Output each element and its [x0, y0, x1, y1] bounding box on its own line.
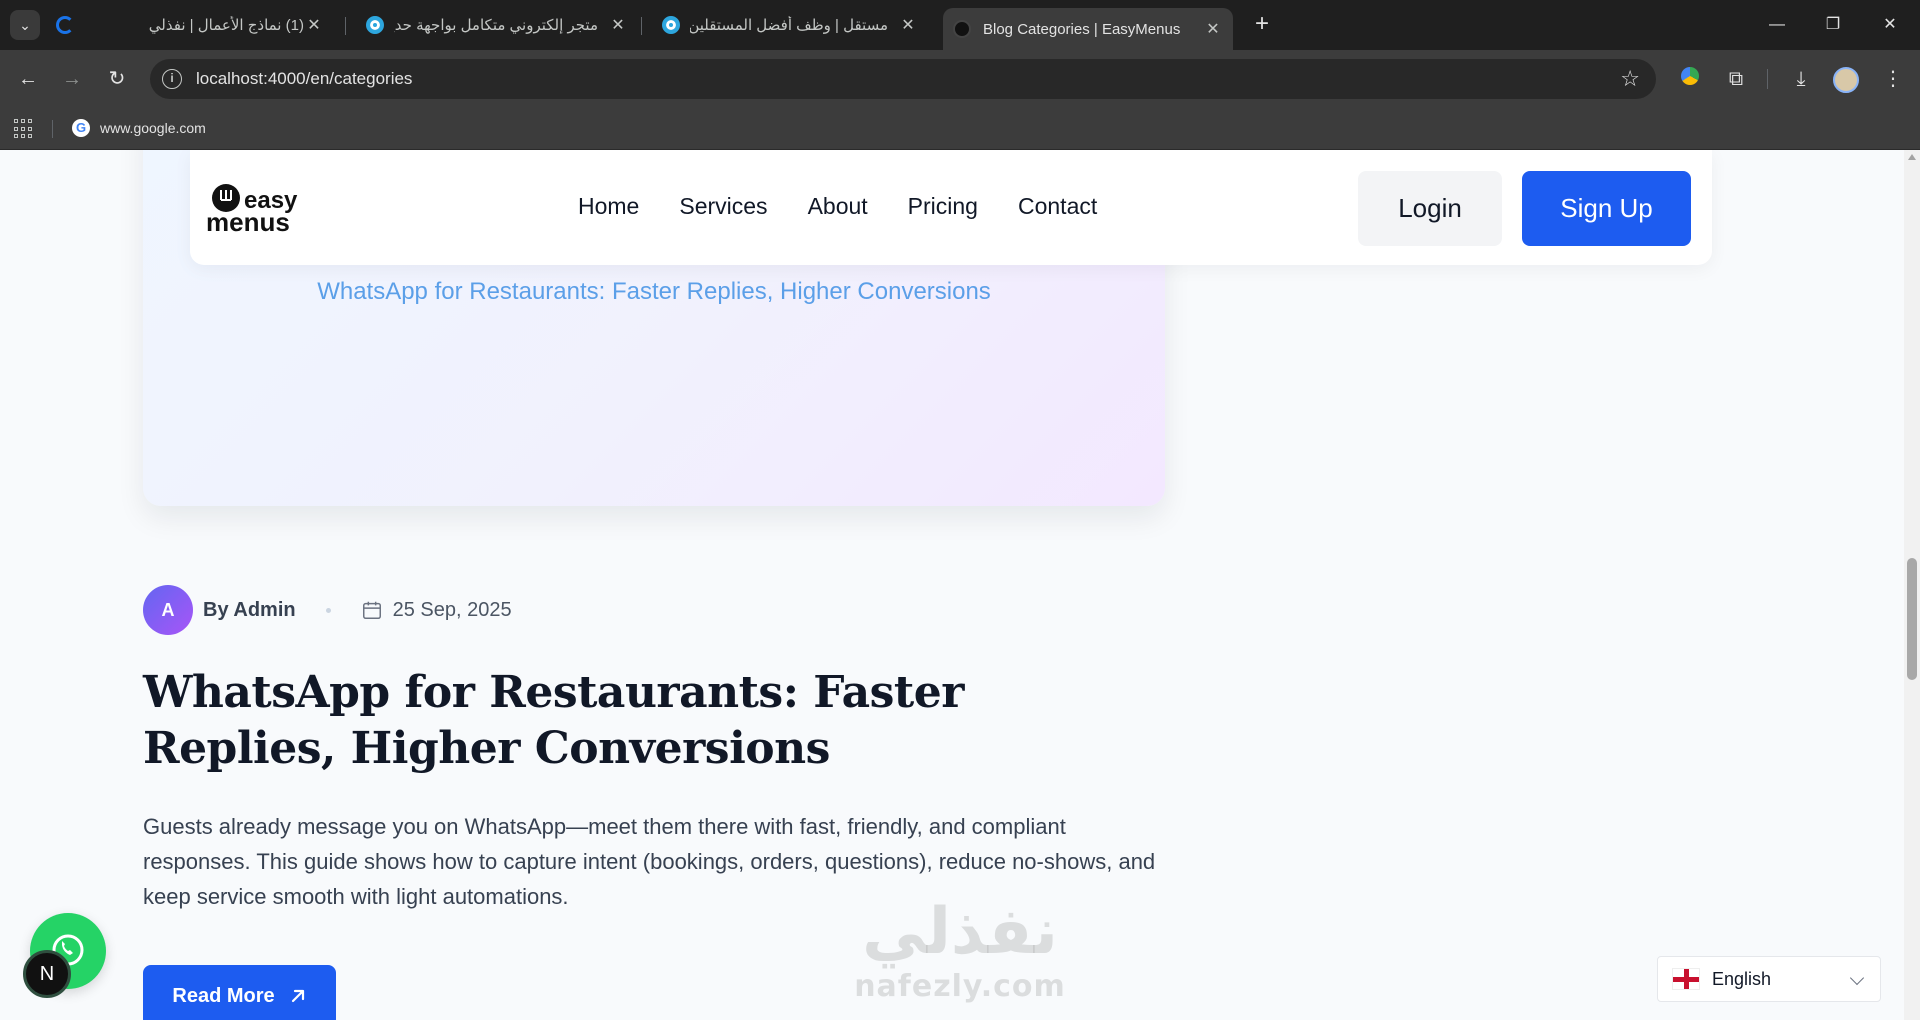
close-icon[interactable]: ✕ — [304, 15, 324, 35]
tab-blog-categories[interactable]: Blog Categories | EasyMenus ✕ — [943, 8, 1233, 50]
nav-pricing[interactable]: Pricing — [908, 193, 978, 220]
n-badge[interactable]: N — [23, 950, 71, 998]
main-nav: Home Services About Pricing Contact — [578, 193, 1097, 220]
mostaql-favicon-icon — [662, 16, 680, 34]
nav-services[interactable]: Services — [679, 193, 767, 220]
kebab-menu-icon[interactable]: ⋮ — [1878, 64, 1908, 94]
extension-icon[interactable] — [1675, 64, 1705, 94]
profile-avatar[interactable] — [1833, 67, 1859, 93]
arrow-up-right-icon — [291, 989, 304, 1003]
login-button[interactable]: Login — [1358, 171, 1502, 246]
tab-mostaql[interactable]: مستقل | وظف أفضل المستقلين ✕ — [652, 8, 928, 42]
puzzle-icon[interactable]: ⧉ — [1721, 64, 1751, 94]
arrow-left-icon[interactable]: ← — [13, 64, 43, 94]
tab-title: مستقل | وظف أفضل المستقلين — [690, 17, 888, 34]
tab-divider — [641, 17, 642, 35]
author-avatar: A — [143, 585, 193, 635]
read-more-label: Read More — [172, 984, 275, 1007]
page-scrollbar[interactable] — [1904, 150, 1920, 1020]
google-icon: G — [72, 119, 90, 137]
post-date: 25 Sep, 2025 — [392, 598, 512, 621]
nav-home[interactable]: Home — [578, 193, 639, 220]
easymenus-favicon-icon — [953, 20, 971, 38]
language-selector[interactable]: English — [1657, 956, 1881, 1002]
scroll-up-arrow-icon[interactable] — [1908, 154, 1916, 160]
download-icon[interactable]: ⤓ — [1786, 64, 1816, 94]
site-header: easy menus Home Services About Pricing C… — [190, 150, 1712, 265]
reload-icon[interactable]: ↻ — [102, 64, 132, 94]
post-title[interactable]: WhatsApp for Restaurants: Faster Replies… — [143, 665, 1143, 777]
star-icon[interactable]: ☆ — [1620, 66, 1640, 92]
bookmark-google[interactable]: G www.google.com — [72, 119, 206, 137]
nav-about[interactable]: About — [808, 193, 868, 220]
author-name: By Admin — [203, 598, 296, 621]
url-text[interactable]: localhost:4000/en/categories — [196, 69, 412, 89]
easymenus-logo[interactable]: easy menus — [206, 180, 316, 236]
arrow-right-icon[interactable]: → — [57, 64, 87, 94]
tab-nafezly-business[interactable]: (1) نماذج الأعمال | نفذلي ✕ — [96, 8, 334, 42]
info-icon[interactable]: i — [162, 69, 182, 89]
restore-icon[interactable]: ❐ — [1818, 10, 1848, 40]
new-tab-plus-icon[interactable]: + — [1247, 10, 1277, 40]
tab-title: متجر إلكتروني متكامل بواجهة حديثة — [394, 17, 598, 34]
meta-separator — [325, 607, 331, 613]
tab-divider — [345, 17, 346, 35]
hero-title: WhatsApp for Restaurants: Faster Replies… — [317, 278, 991, 305]
calendar-icon — [362, 601, 381, 619]
tab-ecommerce-store[interactable]: متجر إلكتروني متكامل بواجهة حديثة ✕ — [356, 8, 638, 42]
browser-tab-strip: ⌄ (1) نماذج الأعمال | نفذلي ✕ متجر إلكتر… — [0, 0, 1920, 50]
bookmark-label: www.google.com — [100, 120, 206, 136]
mostaql-favicon-icon — [366, 16, 384, 34]
chevron-down-icon — [1849, 970, 1865, 986]
close-icon[interactable]: ✕ — [1203, 19, 1223, 39]
tab-title: (1) نماذج الأعمال | نفذلي — [148, 17, 304, 34]
watermark-arabic: نفذلي — [862, 895, 1058, 969]
nafezly-watermark: نفذلي nafezly.com — [845, 895, 1075, 1004]
apps-grid-icon[interactable] — [14, 119, 34, 139]
bookmark-divider — [52, 120, 53, 138]
scrollbar-thumb[interactable] — [1907, 558, 1917, 680]
post-meta: A By Admin 25 Sep, 2025 — [143, 585, 512, 635]
tab-nafezly-pinned[interactable] — [56, 8, 78, 42]
toolbar-divider — [1767, 69, 1768, 89]
browser-toolbar: ← → ↻ i localhost:4000/en/categories ☆ ⧉… — [0, 50, 1920, 108]
page-viewport: WhatsApp for Restaurants: Faster Replies… — [0, 150, 1904, 1020]
close-icon[interactable]: ✕ — [608, 15, 628, 35]
signup-button[interactable]: Sign Up — [1522, 171, 1691, 246]
language-label: English — [1712, 968, 1772, 989]
tab-title: Blog Categories | EasyMenus — [983, 20, 1181, 38]
nav-contact[interactable]: Contact — [1018, 193, 1097, 220]
watermark-latin: nafezly.com — [854, 969, 1066, 1004]
chevron-down-icon[interactable]: ⌄ — [10, 10, 40, 40]
logo-text-bottom: menus — [206, 207, 290, 236]
bookmarks-bar: G www.google.com — [0, 108, 1920, 150]
close-icon[interactable]: ✕ — [898, 15, 918, 35]
window-close-icon[interactable]: ✕ — [1875, 10, 1905, 40]
read-more-button[interactable]: Read More — [143, 965, 336, 1020]
address-bar[interactable]: i localhost:4000/en/categories ☆ — [150, 59, 1656, 99]
nafezly-favicon-icon — [56, 16, 74, 34]
minimize-icon[interactable]: — — [1762, 10, 1792, 40]
england-flag-icon — [1672, 968, 1700, 990]
